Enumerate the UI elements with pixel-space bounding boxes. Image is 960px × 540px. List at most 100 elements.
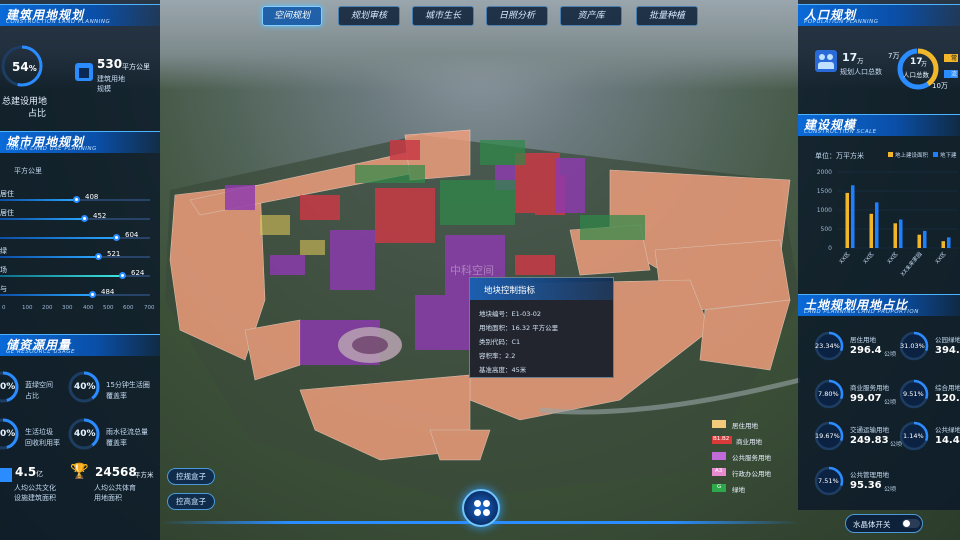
- height-box-button[interactable]: 控高盒子: [167, 493, 215, 510]
- building-ratio-label-2: 占比: [28, 109, 47, 119]
- chart-bar-above[interactable]: [845, 192, 850, 248]
- culture-facility-label-2: 设施建筑面积: [14, 494, 56, 502]
- legend-code-admin-office: A3: [715, 468, 723, 474]
- construction-header: 建设规模 CONSTRUCTION SCALE: [798, 114, 960, 136]
- parcel-info-popup: 地块控制指标 地块编号：E1-03-02 用地面积：16.32 平方公里 类别代…: [469, 277, 614, 378]
- control-box-button[interactable]: 控规盒子: [167, 468, 215, 485]
- land-proportion-pct: 7.51%: [818, 477, 839, 485]
- crystal-toggle[interactable]: 水晶体开关: [845, 514, 923, 533]
- tab-spatial-planning[interactable]: 空间规划: [262, 6, 322, 26]
- urban-bar-fill: [0, 294, 93, 296]
- tab-batch-planting[interactable]: 批量种植: [636, 6, 698, 26]
- urban-axis-tick: 0: [2, 305, 6, 311]
- tab-city-growth[interactable]: 城市生长: [412, 6, 474, 26]
- popup-area-value: 16.32 平方公里: [511, 324, 559, 332]
- construction-legend-swatch-above: [888, 152, 893, 157]
- land-proportion-name: 公园绿地: [935, 336, 960, 344]
- land-proportion-item: 23.34% 居住用地 296.4 公顷: [813, 330, 896, 364]
- popup-height-label: 基准高度：: [479, 366, 512, 374]
- chart-bar-below[interactable]: [875, 202, 879, 248]
- resource-header: 储资源用量 GE RESOURCE USAGE: [0, 334, 160, 356]
- land-proportion-name: 居住用地: [850, 336, 876, 344]
- urban-planning-subtitle: URBAN LAND USE PLANNING: [6, 146, 97, 152]
- chart-y-tick: 0: [828, 245, 832, 252]
- chart-bar-below[interactable]: [851, 185, 855, 248]
- urban-bar-fill: [0, 256, 99, 258]
- chart-bar-below[interactable]: [947, 237, 951, 248]
- tab-asset-library[interactable]: 资产库: [560, 6, 622, 26]
- land-proportion-item: 1.14% 公共绿地 14.49: [898, 420, 960, 454]
- resource-ring-3-value: 0%: [0, 429, 16, 439]
- urban-bar-fill: [0, 218, 85, 220]
- building-planning-subtitle: CONSTRUCTION LAND PLANNING: [6, 19, 111, 25]
- land-proportion-value: 120.74: [935, 393, 960, 404]
- urban-bar-knob[interactable]: [119, 272, 126, 279]
- land-proportion-item: 7.51% 公共管理用地 95.36 公顷: [813, 465, 896, 499]
- building-icon: [75, 63, 93, 81]
- resource-ring-1-label-1: 蓝绿空间: [25, 381, 53, 389]
- land-proportion-item: 19.67% 交通运输用地 249.83 公顷: [813, 420, 902, 454]
- chart-bar-above[interactable]: [941, 241, 946, 248]
- legend-label-public-service: 公共服务用地: [732, 454, 771, 462]
- right-panel: 人口规划 POPULATION PLANNING 17 万 规划人口总数 7万 …: [798, 0, 960, 510]
- chart-bar-above[interactable]: [869, 213, 874, 248]
- chart-bar-below[interactable]: [899, 219, 903, 249]
- construction-subtitle: CONSTRUCTION SCALE: [804, 129, 877, 135]
- legend-label-commercial: 商业用地: [736, 438, 762, 446]
- crystal-toggle-label: 水晶体开关: [853, 520, 891, 529]
- land-proportion-value: 296.4: [850, 345, 882, 356]
- urban-bar-knob[interactable]: [89, 291, 96, 298]
- resource-ring-1-label-2: 占比: [25, 392, 39, 400]
- legend-swatch-admin-office: A3: [712, 468, 726, 476]
- land-proportion-name: 综合用地: [935, 384, 960, 392]
- sports-area-label-2: 用地面积: [94, 494, 122, 502]
- resource-ring-2-value: 40%: [74, 382, 96, 392]
- chart-bar-above[interactable]: [893, 223, 898, 248]
- urban-axis-tick: 500: [103, 305, 114, 311]
- land-proportion-item: 31.03% 公园绿地 394.1: [898, 330, 960, 364]
- construction-legend-below: 地下建: [940, 153, 957, 159]
- urban-bar-knob[interactable]: [113, 234, 120, 241]
- urban-bar-value: 452: [93, 212, 107, 220]
- building-area-unit: 平方公里: [122, 63, 150, 71]
- building-area-label-1: 建筑用地: [97, 75, 125, 83]
- chart-x-tick: XX区: [862, 250, 876, 265]
- land-proportion-name: 交通运输用地: [850, 426, 889, 434]
- popup-far-label: 容积率：: [479, 352, 505, 360]
- culture-facility-value: 4.5: [15, 465, 37, 479]
- urban-bar-knob[interactable]: [95, 253, 102, 260]
- urban-bar-track: [0, 272, 150, 279]
- sports-area-label-1: 人均公共体育: [94, 484, 136, 492]
- popup-header: 地块控制指标: [470, 278, 613, 300]
- popup-category-label: 类别代码：: [479, 338, 512, 346]
- urban-bar-label: 场: [0, 266, 7, 274]
- menu-grid-button[interactable]: [462, 489, 500, 527]
- chart-y-tick: 1000: [817, 207, 832, 214]
- legend-code-commercial: B1.B2: [713, 436, 730, 442]
- land-proportion-value: 99.07: [850, 393, 882, 404]
- chart-y-tick: 1500: [817, 188, 832, 195]
- urban-bar-label: 居住: [0, 190, 14, 198]
- chart-bar-below[interactable]: [923, 230, 927, 248]
- building-area-value: 530: [97, 57, 123, 71]
- urban-bar-knob[interactable]: [73, 196, 80, 203]
- urban-bar-knob[interactable]: [81, 215, 88, 222]
- urban-bar-label: 与: [0, 285, 7, 293]
- tab-planning-review[interactable]: 规划审核: [338, 6, 400, 26]
- urban-axis-tick: 200: [42, 305, 53, 311]
- popup-height-value: 45米: [511, 366, 527, 374]
- resource-subtitle: GE RESOURCE USAGE: [6, 349, 76, 355]
- resource-ring-2-label-1: 15分钟生活圈: [106, 381, 150, 389]
- urban-bar-value: 408: [85, 193, 99, 201]
- urban-axis-tick: 300: [62, 305, 73, 311]
- population-total-unit: 万: [857, 57, 864, 65]
- resource-ring-4-label-1: 雨水径流总量: [106, 428, 148, 436]
- tab-sunlight-analysis[interactable]: 日照分析: [486, 6, 548, 26]
- land-proportion-name: 商业服务用地: [850, 384, 889, 392]
- chart-x-tick: XX未来家园: [898, 250, 923, 278]
- popup-far-value: 2.2: [505, 352, 516, 360]
- chart-x-tick: XX区: [838, 250, 852, 265]
- urban-bar-track: [0, 291, 150, 298]
- chart-bar-above[interactable]: [917, 234, 922, 248]
- culture-facility-unit: 亿: [36, 470, 43, 478]
